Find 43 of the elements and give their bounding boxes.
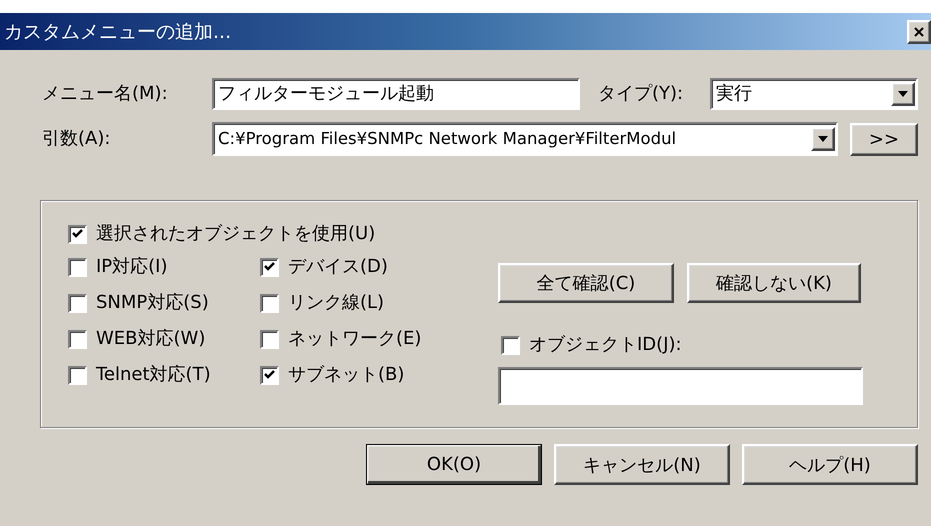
checkbox[interactable]: [68, 224, 87, 244]
checkbox-label: IP対応(I): [96, 256, 168, 278]
dropdown-button[interactable]: [811, 127, 835, 151]
browse-button[interactable]: >>: [850, 122, 918, 156]
text-field[interactable]: フィルターモジュール起動: [212, 78, 580, 110]
checkbox-label: デバイス(D): [288, 256, 388, 278]
dialog-button[interactable]: OK(O): [366, 444, 542, 485]
arguments-dropdown[interactable]: C:¥Program Files¥SNMPc Network Manager¥FilterModul: [212, 122, 838, 156]
dialog-button[interactable]: ヘルプ(H): [742, 444, 918, 485]
checkbox[interactable]: [260, 258, 279, 276]
dialog-button[interactable]: キャンセル(N): [554, 444, 730, 485]
checkbox[interactable]: [68, 258, 87, 276]
checkbox-label: ネットワーク(E): [288, 328, 422, 350]
window-title: カスタムメニューの追加...: [4, 20, 232, 44]
object-id-field[interactable]: [498, 367, 863, 405]
dropdown-arrow-icon: [818, 136, 828, 142]
checkbox-label: サブネット(B): [288, 364, 404, 386]
checkbox[interactable]: [501, 336, 520, 354]
checkbox-label: リンク線(L): [288, 292, 384, 314]
checkmark-icon: [264, 262, 275, 272]
checkbox-label: Telnet対応(T): [96, 364, 211, 386]
dropdown-button[interactable]: [891, 82, 915, 106]
confirm-all-button[interactable]: 全て確認(C): [498, 263, 674, 303]
checkbox[interactable]: [260, 330, 279, 348]
checkbox[interactable]: [68, 366, 87, 384]
checkbox-label: オブジェクトID(J):: [529, 334, 682, 356]
checkbox[interactable]: [68, 330, 87, 348]
field-label: メニュー名(M):: [42, 83, 169, 105]
no-confirm-button[interactable]: 確認しない(K): [687, 263, 861, 303]
checkbox[interactable]: [260, 366, 279, 384]
close-icon: [914, 26, 924, 36]
type-dropdown[interactable]: 実行: [710, 78, 918, 110]
checkbox-label: 選択されたオブジェクトを使用(U): [96, 223, 376, 245]
checkbox[interactable]: [260, 294, 279, 312]
checkbox-label: WEB対応(W): [96, 328, 206, 350]
checkmark-icon: [264, 370, 275, 380]
field-label: タイプ(Y):: [598, 83, 684, 105]
dropdown-arrow-icon: [898, 91, 908, 97]
checkbox[interactable]: [68, 294, 87, 312]
close-button[interactable]: [907, 20, 931, 44]
checkmark-icon: [72, 229, 83, 239]
checkbox-label: SNMP対応(S): [96, 292, 209, 314]
field-label: 引数(A):: [42, 128, 112, 150]
